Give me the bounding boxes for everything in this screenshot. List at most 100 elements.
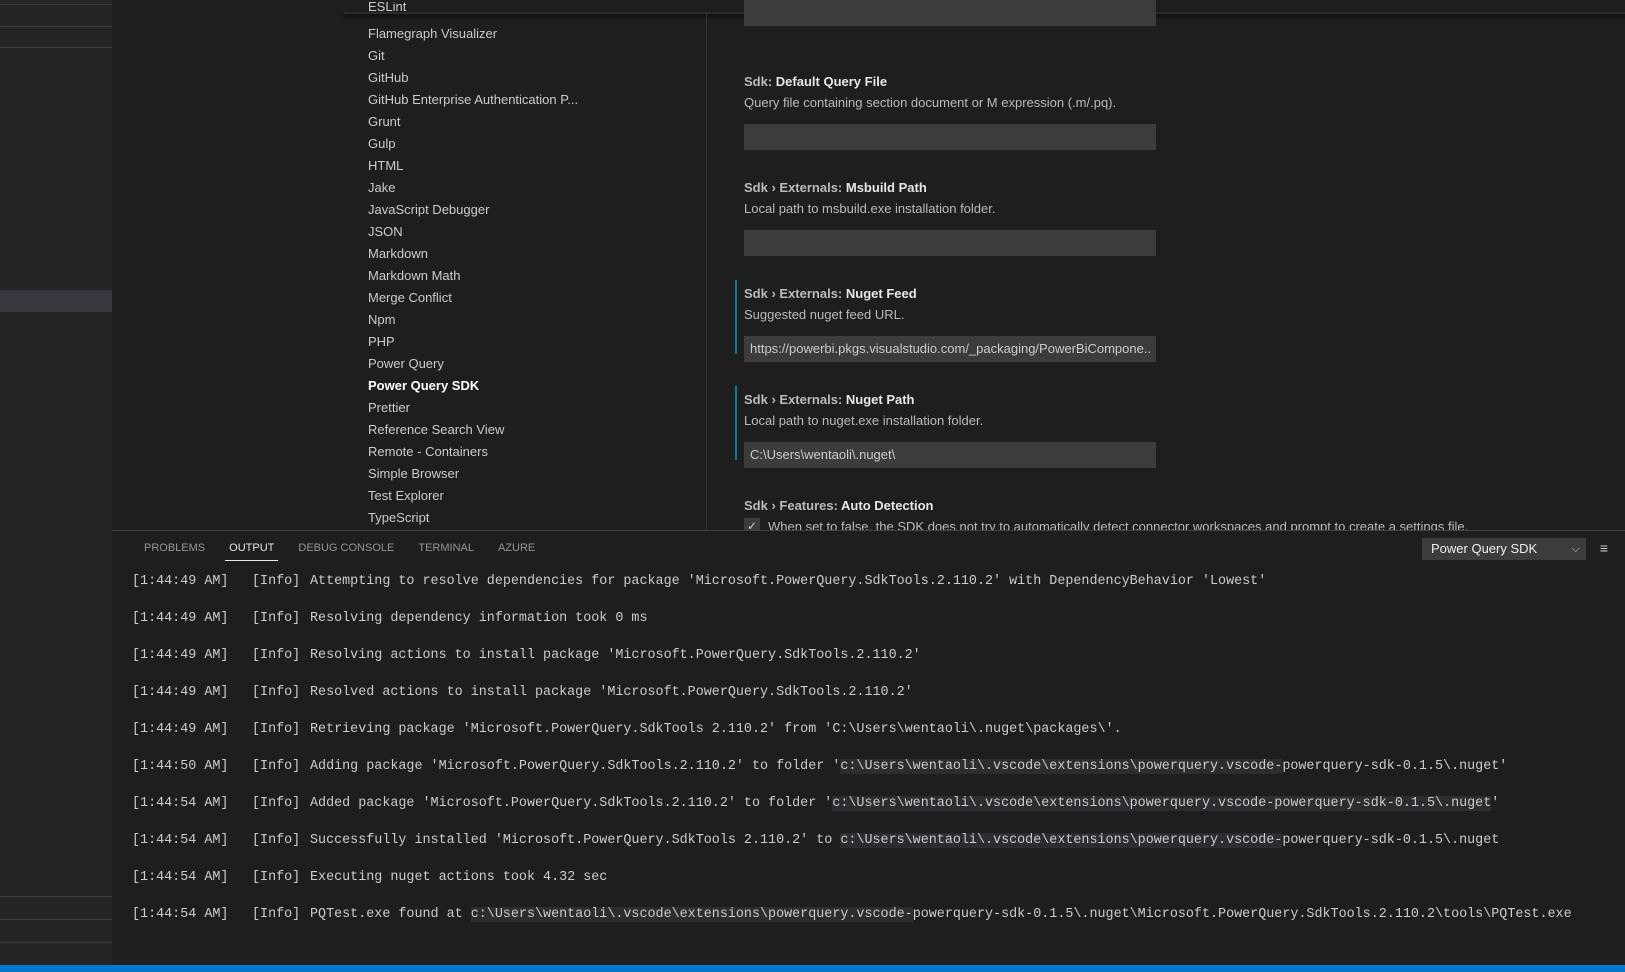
toc-item-power-query-sdk[interactable]: Power Query SDK xyxy=(368,375,708,397)
log-message: Added package 'Microsoft.PowerQuery.SdkT… xyxy=(310,793,1499,815)
toc-item-grunt[interactable]: Grunt xyxy=(368,111,708,133)
toc-item-prettier[interactable]: Prettier xyxy=(368,397,708,419)
log-time: [1:44:49 AM] xyxy=(132,722,229,737)
log-message: Resolved actions to install package 'Mic… xyxy=(310,682,913,704)
log-level: [Info] xyxy=(252,648,301,663)
log-level: [Info] xyxy=(252,574,301,589)
msbuild-path-input[interactable] xyxy=(744,230,1156,256)
toc-item-markdown-math[interactable]: Markdown Math xyxy=(368,265,708,287)
log-message-highlight: c:\Users\wentaoli\.vscode\extensions\pow… xyxy=(840,833,1283,848)
toc-item-remote-containers[interactable]: Remote - Containers xyxy=(368,441,708,463)
toc-item-test-explorer[interactable]: Test Explorer xyxy=(368,485,708,507)
chevron-down-icon: ⌵ xyxy=(1571,543,1580,555)
status-bar xyxy=(0,965,1625,972)
toc-item-jake[interactable]: Jake xyxy=(368,177,708,199)
explorer-sidebar xyxy=(0,0,112,965)
tab-terminal[interactable]: TERMINAL xyxy=(406,531,486,565)
toc-item-reference-search-view[interactable]: Reference Search View xyxy=(368,419,708,441)
sidebar-divider xyxy=(0,4,112,5)
log-message: Adding package 'Microsoft.PowerQuery.Sdk… xyxy=(310,756,1507,778)
toc-item-html[interactable]: HTML xyxy=(368,155,708,177)
toc-item-markdown[interactable]: Markdown xyxy=(368,243,708,265)
setting-title: Sdk › Externals: Nuget Path xyxy=(744,392,915,407)
sidebar-divider xyxy=(0,942,112,943)
settings-toc: ESLint Flamegraph Visualizer Git GitHub … xyxy=(368,0,708,530)
setting-title: Sdk: Default Query File xyxy=(744,74,888,89)
toc-item-php[interactable]: PHP xyxy=(368,331,708,353)
sidebar-selected-row[interactable] xyxy=(0,290,112,312)
output-log: [1:44:49 AM] [Info] Attempting to resolve … xyxy=(132,571,1612,961)
log-message-text: Retrieving package 'Microsoft.PowerQuery… xyxy=(310,722,1122,737)
setting-nuget-path: Sdk › Externals: Nuget Path Local path t… xyxy=(735,386,1624,468)
output-channel-select[interactable]: Power Query SDK ⌵ xyxy=(1422,538,1586,560)
log-message-text: Attempting to resolve dependencies for p… xyxy=(310,574,1267,589)
sidebar-divider xyxy=(0,896,112,897)
log-message: Resolving actions to install package 'Mi… xyxy=(310,645,921,667)
list-icon[interactable]: ≡ xyxy=(1596,540,1612,556)
log-time: [1:44:49 AM] xyxy=(132,611,229,626)
setting-previous-input[interactable] xyxy=(744,0,1156,26)
bottom-panel: PROBLEMS OUTPUT DEBUG CONSOLE TERMINAL A… xyxy=(112,530,1625,966)
toc-item-javascript-debugger[interactable]: JavaScript Debugger xyxy=(368,199,708,221)
log-message: PQTest.exe found at c:\Users\wentaoli\.v… xyxy=(310,904,1572,926)
log-message: Retrieving package 'Microsoft.PowerQuery… xyxy=(310,719,1122,741)
log-message-text: Successfully installed 'Microsoft.PowerQ… xyxy=(310,833,841,848)
nuget-path-input[interactable] xyxy=(744,442,1156,468)
log-time: [1:44:54 AM] xyxy=(132,870,229,885)
tab-problems[interactable]: PROBLEMS xyxy=(132,531,217,565)
setting-nuget-feed: Sdk › Externals: Nuget Feed Suggested nu… xyxy=(735,280,1624,362)
toc-item-flamegraph[interactable]: Flamegraph Visualizer xyxy=(368,23,708,45)
toc-item-json[interactable]: JSON xyxy=(368,221,708,243)
panel-tabs: PROBLEMS OUTPUT DEBUG CONSOLE TERMINAL A… xyxy=(132,531,547,565)
log-message-text: powerquery-sdk-0.1.5\.nuget\Microsoft.Po… xyxy=(912,907,1572,922)
log-message-text: PQTest.exe found at xyxy=(310,907,471,922)
log-message: Successfully installed 'Microsoft.PowerQ… xyxy=(310,830,1499,852)
log-time: [1:44:54 AM] xyxy=(132,796,229,811)
setting-description: Local path to nuget.exe installation fol… xyxy=(744,413,984,428)
log-message: Attempting to resolve dependencies for p… xyxy=(310,571,1266,593)
log-time: [1:44:50 AM] xyxy=(132,759,229,774)
setting-msbuild-path: Sdk › Externals: Msbuild Path Local path… xyxy=(744,178,1624,256)
log-message-text: Added package 'Microsoft.PowerQuery.SdkT… xyxy=(310,796,833,811)
log-time: [1:44:49 AM] xyxy=(132,648,229,663)
toc-item-github-enterprise[interactable]: GitHub Enterprise Authentication P... xyxy=(368,89,702,111)
tab-output[interactable]: OUTPUT xyxy=(217,531,286,565)
output-channel-label: Power Query SDK xyxy=(1431,541,1538,556)
log-level: [Info] xyxy=(252,870,301,885)
toc-item-gulp[interactable]: Gulp xyxy=(368,133,708,155)
sidebar-divider xyxy=(0,919,112,920)
log-message-text: ' xyxy=(1491,796,1500,811)
log-time: [1:44:54 AM] xyxy=(132,907,229,922)
log-message: Resolving dependency information took 0 … xyxy=(310,608,648,630)
sidebar-divider xyxy=(0,47,112,48)
log-message-text: powerquery-sdk-0.1.5\.nuget xyxy=(1282,833,1500,848)
settings-list: Sdk: Default Query File Query file conta… xyxy=(735,0,1624,530)
log-level: [Info] xyxy=(252,722,301,737)
default-query-file-input[interactable] xyxy=(744,124,1156,150)
log-message-text: Resolving dependency information took 0 … xyxy=(310,611,648,626)
toc-divider xyxy=(706,14,707,530)
log-level: [Info] xyxy=(252,611,301,626)
tab-azure[interactable]: AZURE xyxy=(486,531,547,565)
log-level: [Info] xyxy=(252,833,301,848)
log-time: [1:44:49 AM] xyxy=(132,685,229,700)
toc-item-git[interactable]: Git xyxy=(368,45,708,67)
log-message-highlight: c:\Users\wentaoli\.vscode\extensions\pow… xyxy=(470,907,913,922)
toc-item-eslint[interactable]: ESLint xyxy=(368,2,708,18)
toc-item-power-query[interactable]: Power Query xyxy=(368,353,708,375)
log-level: [Info] xyxy=(252,759,301,774)
log-time: [1:44:54 AM] xyxy=(132,833,229,848)
toc-item-simple-browser[interactable]: Simple Browser xyxy=(368,463,708,485)
log-message-text: Resolved actions to install package 'Mic… xyxy=(310,685,913,700)
log-message-text: Adding package 'Microsoft.PowerQuery.Sdk… xyxy=(310,759,841,774)
toc-item-npm[interactable]: Npm xyxy=(368,309,708,331)
log-level: [Info] xyxy=(252,907,301,922)
auto-detection-checkbox[interactable]: ✓ xyxy=(744,518,760,530)
toc-item-merge-conflict[interactable]: Merge Conflict xyxy=(368,287,708,309)
setting-auto-detection: Sdk › Features: Auto Detection ✓ When se… xyxy=(744,496,1624,530)
toc-item-typescript[interactable]: TypeScript xyxy=(368,507,708,529)
setting-description: Suggested nuget feed URL. xyxy=(744,307,905,322)
tab-debug-console[interactable]: DEBUG CONSOLE xyxy=(286,531,406,565)
nuget-feed-input[interactable] xyxy=(744,336,1156,362)
toc-item-github[interactable]: GitHub xyxy=(368,67,708,89)
